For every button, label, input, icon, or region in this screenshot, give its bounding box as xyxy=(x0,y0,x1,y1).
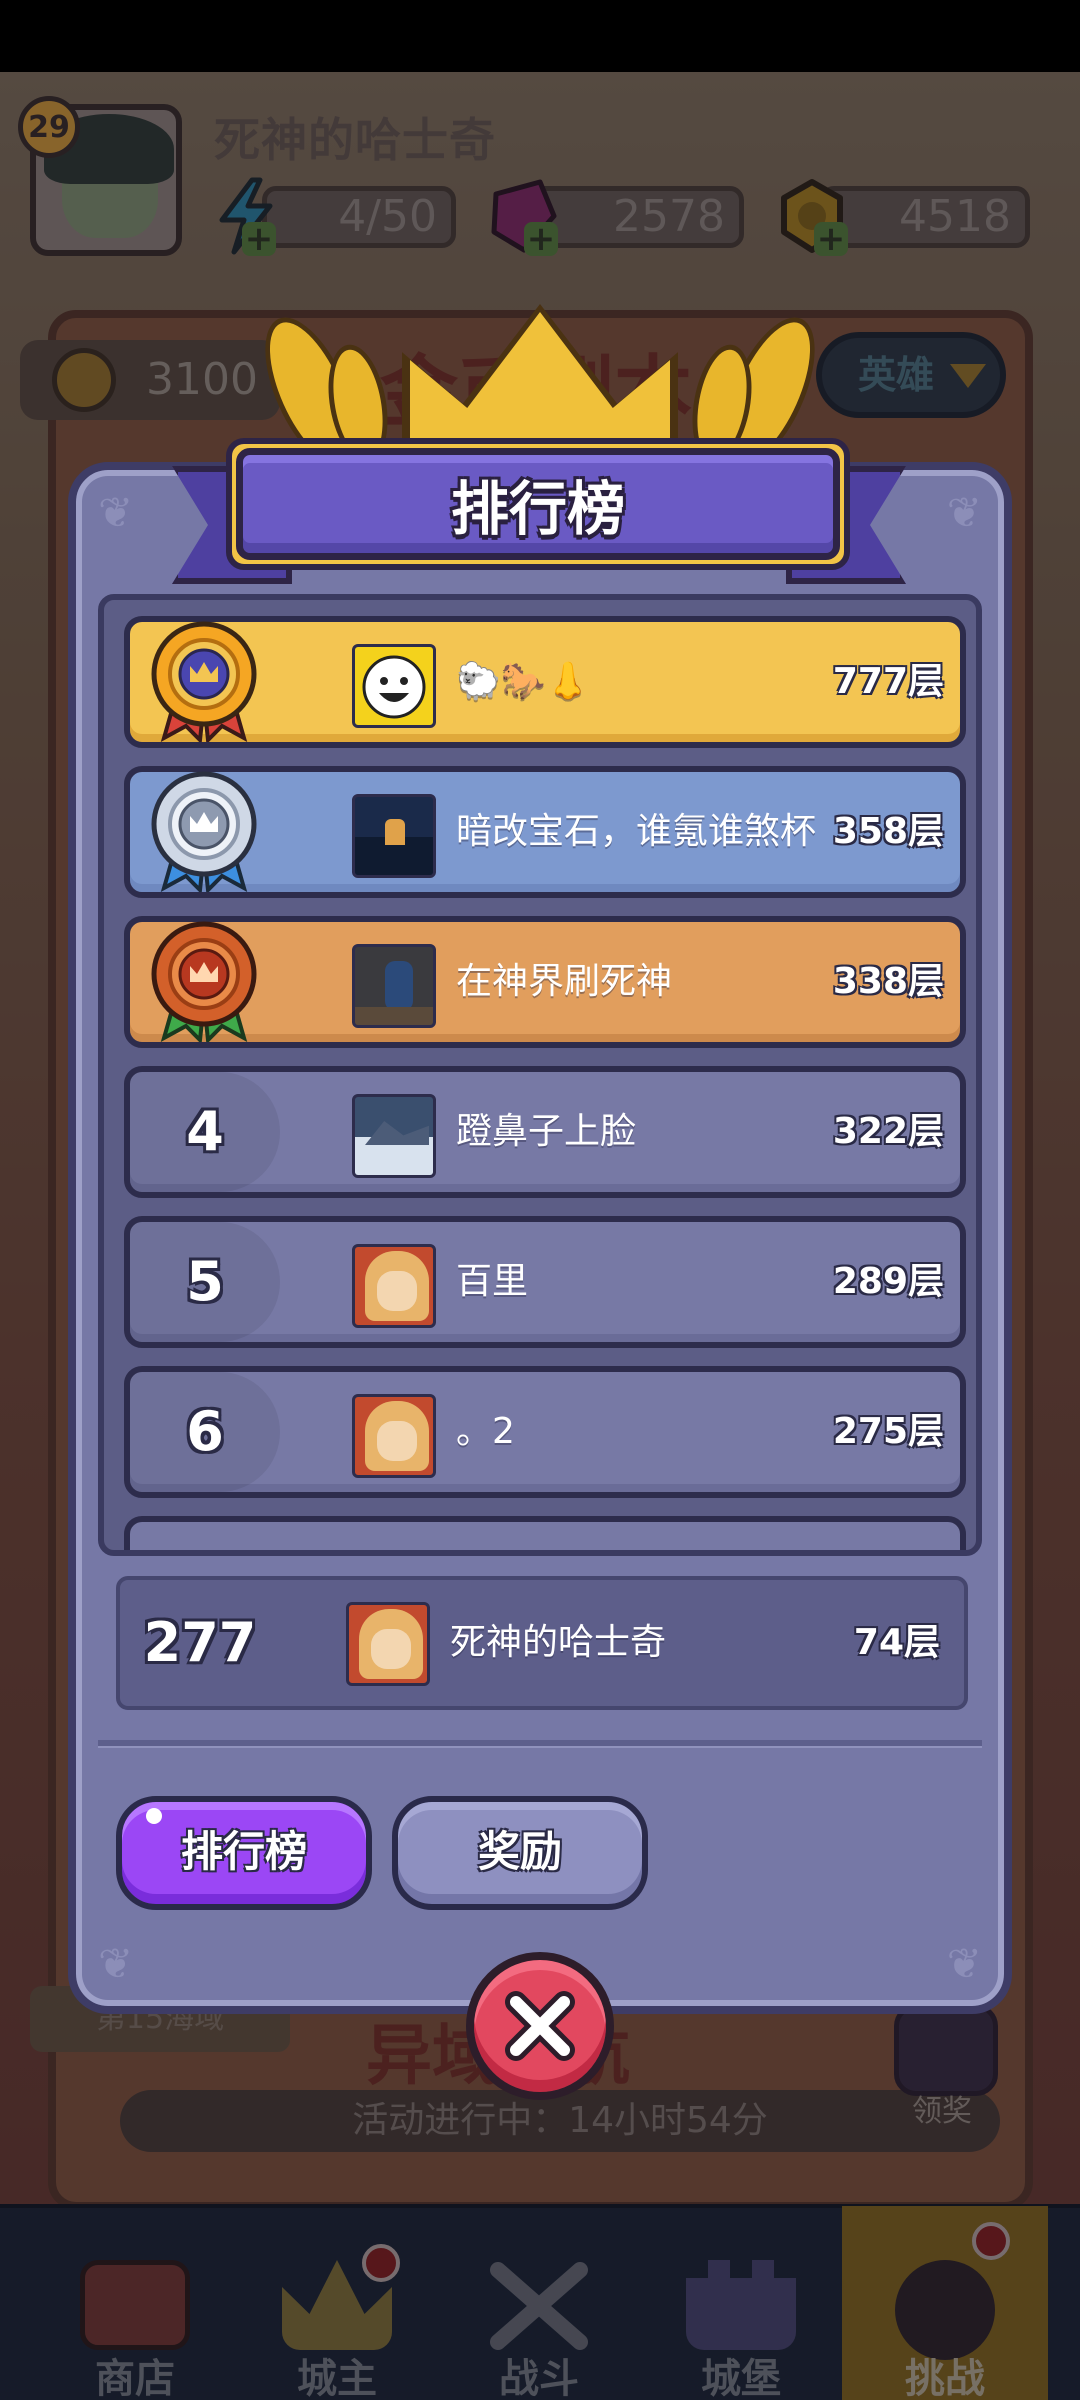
leaderboard-row[interactable]: 🐑🐎👃 777层 xyxy=(124,616,966,748)
corner-ornament: ❦ xyxy=(98,1939,134,1988)
sparkle-icon xyxy=(146,1808,162,1824)
own-player-name: 死神的哈士奇 xyxy=(450,1622,667,1663)
own-rank-row: 277 死神的哈士奇 74层 xyxy=(116,1576,968,1710)
bronze-medal-icon xyxy=(151,921,257,1042)
status-bar xyxy=(0,0,1080,72)
leaderboard-row-partial[interactable] xyxy=(124,1516,966,1550)
avatar xyxy=(352,944,436,1028)
floor-score: 358层 xyxy=(832,811,944,852)
leaderboard-list[interactable]: 🐑🐎👃 777层 暗改宝石，谁氪谁煞杯 358层 在神界刷死神 338层 4 蹬… xyxy=(98,594,982,1556)
avatar xyxy=(352,1094,436,1178)
leaderboard-row[interactable]: 在神界刷死神 338层 xyxy=(124,916,966,1048)
close-button[interactable] xyxy=(466,1952,614,2100)
floor-score: 338层 xyxy=(832,961,944,1002)
corner-ornament: ❦ xyxy=(98,488,134,537)
silver-medal-icon xyxy=(151,771,257,892)
close-icon xyxy=(505,1991,575,2061)
rank-number: 6 xyxy=(186,1400,224,1463)
floor-score: 289层 xyxy=(832,1261,944,1302)
gold-medal-icon xyxy=(151,621,257,742)
tab-rewards[interactable]: 奖励 xyxy=(392,1796,648,1910)
floor-score: 275层 xyxy=(832,1411,944,1452)
leaderboard-row[interactable]: 4 蹬鼻子上脸 322层 xyxy=(124,1066,966,1198)
own-rank-number: 277 xyxy=(143,1611,257,1674)
floor-score: 777层 xyxy=(832,661,944,702)
avatar xyxy=(352,1394,436,1478)
avatar xyxy=(352,644,436,728)
player-name: 暗改宝石，谁氪谁煞杯 xyxy=(456,811,817,852)
leaderboard-row[interactable]: 5 百里 289层 xyxy=(124,1216,966,1348)
avatar xyxy=(352,794,436,878)
player-name: 。2 xyxy=(456,1411,515,1452)
corner-ornament: ❦ xyxy=(946,1939,982,1988)
rank-number: 5 xyxy=(186,1250,224,1313)
smiley-avatar xyxy=(362,655,426,719)
avatar xyxy=(346,1602,430,1686)
rank-number: 4 xyxy=(186,1100,224,1163)
player-name: 蹬鼻子上脸 xyxy=(456,1111,637,1152)
leaderboard-row[interactable]: 6 。2 275层 xyxy=(124,1366,966,1498)
player-name: 在神界刷死神 xyxy=(456,961,673,1002)
modal-title: 排行榜 xyxy=(450,475,625,543)
player-name: 百里 xyxy=(456,1261,529,1302)
floor-score: 322层 xyxy=(832,1111,944,1152)
own-floor-score: 74层 xyxy=(853,1622,940,1663)
corner-ornament: ❦ xyxy=(946,488,982,537)
player-name: 🐑🐎👃 xyxy=(456,661,591,702)
avatar xyxy=(352,1244,436,1328)
divider xyxy=(98,1740,982,1748)
leaderboard-row[interactable]: 暗改宝石，谁氪谁煞杯 358层 xyxy=(124,766,966,898)
title-ribbon: 排行榜 xyxy=(236,448,840,560)
